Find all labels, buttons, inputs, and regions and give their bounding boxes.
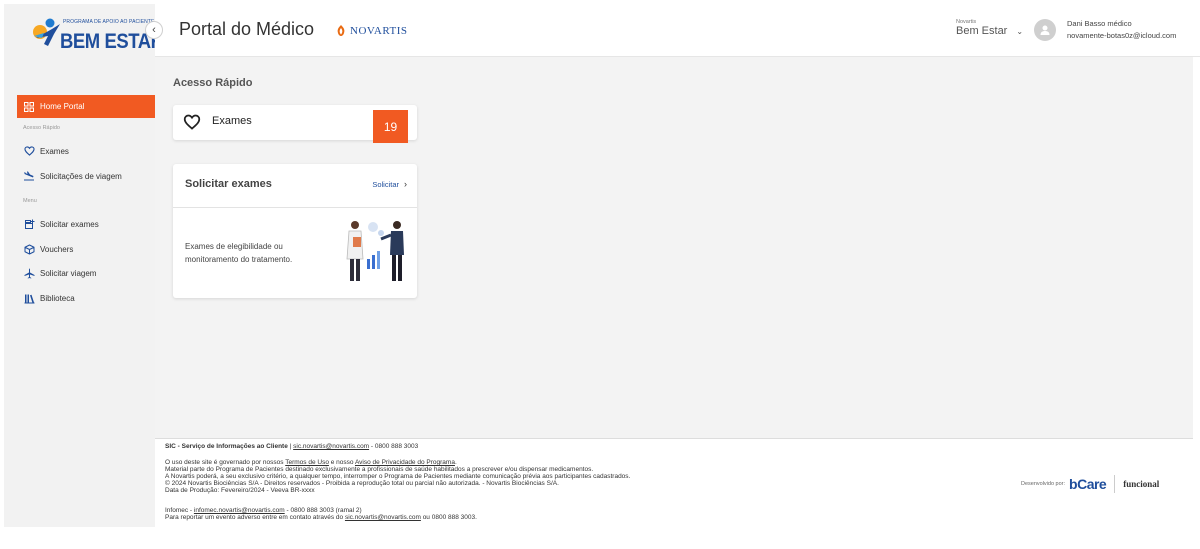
heart-icon [23,145,35,157]
add-document-icon [23,218,35,230]
sic-phone: - 0800 888 3003 [369,443,419,450]
sidebar-item-biblioteca[interactable]: Biblioteca [23,291,75,305]
logo-tagline: PROGRAMA DE APOIO AO PACIENTE [63,19,155,25]
request-exams-card: Solicitar exames Solicitar › Exames de e… [173,164,417,298]
adverse-event-text: Para reportar um evento adverso entre em… [165,514,345,521]
sidebar-item-label: Biblioteca [40,293,75,303]
bem-estar-logo[interactable]: PROGRAMA DE APOIO AO PACIENTE BEM ESTAR [30,16,164,64]
program-select-value: Bem Estar [956,25,1008,37]
terms-link[interactable]: Termos de Uso [285,459,329,466]
top-header: Portal do Médico NOVARTIS Novartis Bem E… [155,0,1200,57]
sidebar-item-exames[interactable]: Exames [23,144,69,158]
legal-text: O uso deste site é governado por nossos … [165,459,630,494]
funcional-logo: funcional [1123,478,1160,489]
sidebar-item-label: Vouchers [40,244,74,254]
sic-email-link[interactable]: sic.novartis@novartis.com [293,443,369,450]
quick-card-label: Exames [212,115,252,127]
sidebar: PROGRAMA DE APOIO AO PACIENTE BEM ESTAR … [4,4,164,527]
quick-access-title: Acesso Rápido [173,77,253,89]
legal-text-line: A Novartis poderá, a seu exclusivo crité… [165,473,631,480]
legal-text-line: © 2024 Novartis Biociências S/A - Direit… [165,480,559,487]
novartis-wordmark: NOVARTIS [350,24,408,37]
developed-by-label: Desenvolvido por: [1021,480,1066,487]
novartis-flame-icon [337,25,345,36]
solicitar-link[interactable]: Solicitar › [372,179,407,189]
sidebar-item-label: Solicitar viagem [40,268,97,278]
quick-access-exames-card[interactable]: Exames 19 [173,105,417,143]
sidebar-item-solicitar-exames[interactable]: Solicitar exames [23,217,99,231]
footer: SIC - Serviço de Informações ao Cliente … [155,438,1193,527]
user-icon [1040,25,1050,35]
sidebar-item-label: Home Portal [40,102,85,111]
chevron-right-icon: › [404,179,407,189]
collapse-sidebar-button[interactable]: ‹ [145,21,163,39]
box-icon [23,243,35,255]
adverse-event-phone: ou 0800 888 3003. [420,514,477,521]
program-select[interactable]: Novartis Bem Estar ⌄ [956,19,1023,37]
main-content: Acesso Rápido Exames 19 Solicitar exames… [155,57,1193,438]
portal-app: PROGRAMA DE APOIO AO PACIENTE BEM ESTAR … [0,0,1200,549]
dashboard-icon [24,101,34,112]
menu-section-label: Menu [23,198,37,204]
legal-text-line: Data de Produção: Fevereiro/2024 - Veeva… [165,487,315,494]
infomec-text: Infomec - infomec.novartis@novartis.com … [165,507,477,521]
sidebar-item-home-portal[interactable]: Home Portal [17,95,158,118]
legal-text-line: Material parte do Programa de Pacientes … [165,466,594,473]
library-icon [23,292,35,304]
infomec-label: Infomec - [165,507,194,514]
user-email: novamente-botas0z@icloud.com [1067,31,1177,40]
heart-icon [183,114,201,135]
legal-text-line: e nosso [328,459,355,466]
sidebar-item-label: Solicitar exames [40,219,99,229]
sic-title: SIC - Serviço de Informações ao Cliente [165,443,288,450]
scroll-gutter [1193,57,1200,527]
chevron-left-icon: ‹ [152,24,156,36]
doctors-illustration-icon [346,221,404,281]
sidebar-item-label: Exames [40,146,69,156]
card-title: Solicitar exames [185,178,272,190]
legal-text-line: O uso deste site é governado por nossos [165,459,286,466]
sic-line: SIC - Serviço de Informações ao Cliente … [165,443,418,450]
sidebar-item-label: Solicitações de viagem [40,171,122,181]
privacy-link[interactable]: Aviso de Privacidade do Programa [355,459,455,466]
legal-text-line: . [454,459,457,466]
airplane-icon [23,267,35,279]
sidebar-item-solicitar-viagem[interactable]: Solicitar viagem [23,266,96,280]
bcare-logo: bCare [1069,475,1107,492]
sidebar-item-vouchers[interactable]: Vouchers [23,242,73,256]
adverse-email-link[interactable]: sic.novartis@novartis.com [345,514,421,521]
user-name: Dani Basso médico [1067,19,1132,28]
divider [173,207,417,208]
user-info[interactable]: Dani Basso médico novamente-botas0z@iclo… [1067,19,1176,40]
infomec-email-link[interactable]: infomec.novartis@novartis.com [194,507,285,514]
avatar[interactable] [1034,19,1056,41]
page-title: Portal do Médico [179,19,315,39]
solicitar-link-label: Solicitar [372,179,399,189]
sidebar-item-solicitacoes-viagem[interactable]: Solicitações de viagem [23,169,122,183]
quick-access-section-label: Acesso Rápido [23,125,60,131]
divider [1114,475,1116,493]
infomec-phone: - 0800 888 3003 (ramal 2) [284,507,362,514]
chevron-down-icon: ⌄ [1016,26,1024,36]
exames-count-badge: 19 [373,110,408,143]
novartis-logo: NOVARTIS [336,24,408,37]
developed-by: Desenvolvido por: bCare funcional [1021,475,1159,493]
flight-land-icon [23,170,35,182]
card-description: Exames de elegibilidade ou monitoramento… [185,242,293,264]
